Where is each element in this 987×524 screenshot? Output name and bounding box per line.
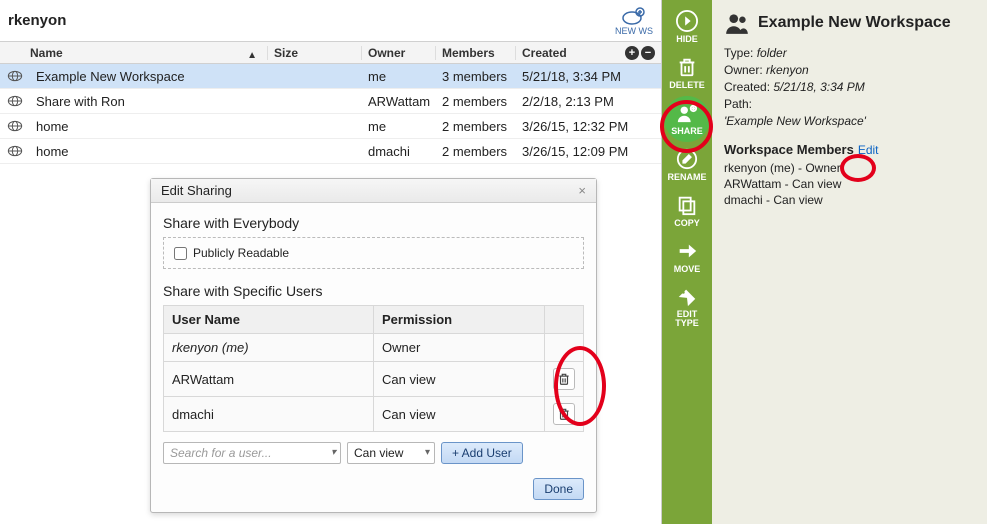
share-user-row: dmachiCan view — [164, 397, 584, 432]
share-users-table: User Name Permission rkenyon (me)OwnerAR… — [163, 305, 584, 432]
publicly-readable-row[interactable]: Publicly Readable — [163, 237, 584, 269]
hide-button[interactable]: HIDE — [664, 4, 710, 50]
col-created-header[interactable]: Created + − — [516, 46, 661, 60]
member-line: dmachi - Can view — [724, 193, 975, 207]
details-title: Example New Workspace — [758, 14, 951, 32]
table-row[interactable]: Example New Workspaceme3 members5/21/18,… — [0, 64, 661, 89]
share-user-row: rkenyon (me)Owner — [164, 334, 584, 362]
table-row[interactable]: homeme2 members3/26/15, 12:32 PM — [0, 114, 661, 139]
plus-icon[interactable]: + — [625, 46, 639, 60]
share-button[interactable]: SHARE — [664, 96, 710, 142]
workspace-list-pane: rkenyon NEW WS Name ▲ Size Owner Members… — [0, 0, 662, 524]
share-col-actions — [545, 306, 584, 334]
share-everybody-title: Share with Everybody — [163, 215, 584, 231]
rows-container: Example New Workspaceme3 members5/21/18,… — [0, 64, 661, 164]
column-headers: Name ▲ Size Owner Members Created + − — [0, 42, 661, 64]
dialog-body: Share with Everybody Publicly Readable S… — [151, 203, 596, 512]
action-strip: HIDE DELETE SHARE RENAME COPY MOVE EDIT … — [662, 0, 712, 524]
share-user-row: ARWattamCan view — [164, 362, 584, 397]
col-owner-header[interactable]: Owner — [362, 46, 436, 60]
done-button[interactable]: Done — [533, 478, 584, 500]
add-user-button[interactable]: + Add User — [441, 442, 523, 464]
col-size-header[interactable]: Size — [268, 46, 362, 60]
publicly-readable-label: Publicly Readable — [193, 246, 289, 260]
sort-asc-icon: ▲ — [247, 50, 257, 61]
workspace-icon — [0, 68, 30, 84]
table-row[interactable]: homedmachi2 members3/26/15, 12:09 PM — [0, 139, 661, 164]
new-workspace-label: NEW WS — [615, 26, 653, 36]
chevron-down-icon: ▾ — [331, 447, 336, 458]
remove-user-button[interactable] — [553, 368, 575, 390]
close-icon[interactable]: × — [578, 183, 586, 198]
share-specific-title: Share with Specific Users — [163, 283, 584, 299]
share-col-perm: Permission — [374, 306, 545, 334]
workspace-icon — [0, 118, 30, 134]
page-title: rkenyon — [8, 12, 615, 29]
delete-button[interactable]: DELETE — [664, 50, 710, 96]
member-line: rkenyon (me) - Owner — [724, 161, 975, 175]
edit-sharing-dialog: Edit Sharing × Share with Everybody Publ… — [150, 178, 597, 513]
chevron-down-icon: ▾ — [425, 447, 430, 458]
minus-icon[interactable]: − — [641, 46, 655, 60]
rename-button[interactable]: RENAME — [664, 142, 710, 188]
workspace-icon — [0, 143, 30, 159]
publicly-readable-checkbox[interactable] — [174, 247, 187, 260]
edit-type-button[interactable]: EDIT TYPE — [664, 280, 710, 334]
members-heading: Workspace Members Edit — [724, 142, 975, 157]
col-members-header[interactable]: Members — [436, 46, 516, 60]
main-header: rkenyon NEW WS — [0, 0, 661, 42]
group-icon — [724, 10, 750, 36]
new-workspace-button[interactable]: NEW WS — [615, 6, 653, 36]
user-search-input[interactable]: Search for a user... ▾ — [163, 442, 341, 464]
details-pane: Example New Workspace Type: folder Owner… — [712, 0, 987, 524]
edit-members-link[interactable]: Edit — [858, 143, 879, 157]
remove-user-button[interactable] — [553, 403, 575, 425]
dialog-header: Edit Sharing × — [151, 179, 596, 203]
move-button[interactable]: MOVE — [664, 234, 710, 280]
share-col-user: User Name — [164, 306, 374, 334]
workspace-icon — [0, 93, 30, 109]
add-user-row: Search for a user... ▾ Can view ▾ + Add … — [163, 442, 584, 464]
permission-select[interactable]: Can view ▾ — [347, 442, 435, 464]
copy-button[interactable]: COPY — [664, 188, 710, 234]
col-name-header[interactable]: Name ▲ — [0, 46, 268, 60]
table-row[interactable]: Share with RonARWattam2 members2/2/18, 2… — [0, 89, 661, 114]
member-line: ARWattam - Can view — [724, 177, 975, 191]
dialog-title: Edit Sharing — [161, 183, 232, 198]
